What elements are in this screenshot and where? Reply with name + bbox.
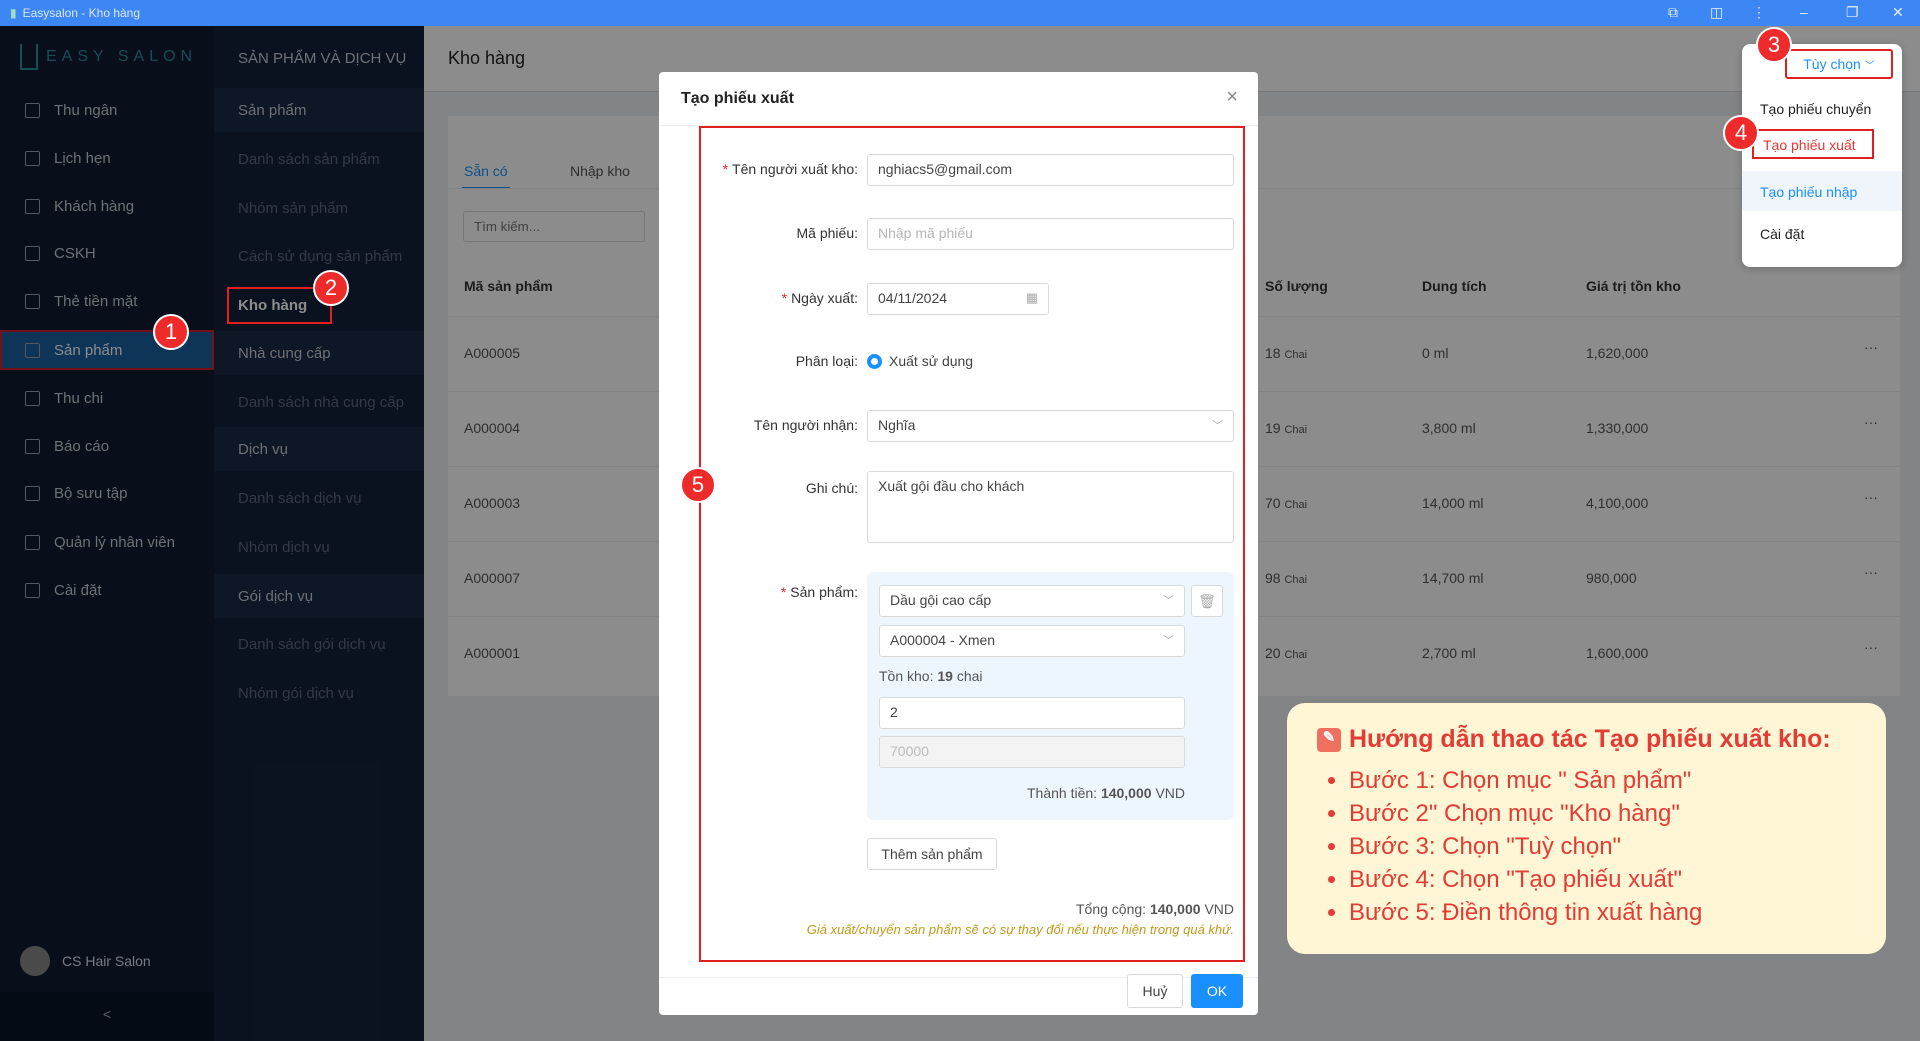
quantity-input[interactable]: 2 [879, 697, 1185, 729]
date-label: * Ngày xuất: [781, 290, 858, 306]
add-product-button[interactable]: Thêm sản phẩm [867, 838, 997, 870]
ok-button[interactable]: OK [1191, 974, 1243, 1008]
type-label: Phân loại: [795, 353, 858, 369]
subtotal: Thành tiền: 140,000 VND [1026, 785, 1185, 801]
chevron-down-icon: ﹀ [1163, 595, 1174, 607]
note-textarea[interactable]: Xuất gội đầu cho khách [867, 471, 1234, 543]
guide-title: Hướng dẫn thao tác Tạo phiếu xuất kho: [1349, 725, 1831, 753]
options-button[interactable]: Tùy chọn ﹀ [1785, 49, 1893, 79]
export-slip-modal: Tạo phiếu xuất × * Tên người xuất kho: ng… [659, 72, 1258, 1015]
menu-item-settings[interactable]: Cài đặt [1760, 226, 1804, 242]
radio-selected-icon [867, 353, 882, 369]
close-modal-button[interactable]: × [1226, 86, 1238, 109]
type-radio[interactable]: Xuất sử dụng [867, 353, 973, 369]
total: Tổng cộng: 140,000 VND [1075, 901, 1234, 917]
window-titlebar: ▮ Easysalon - Kho hàng ⧉ ◫ ⋮ – ❐ ✕ [0, 0, 1920, 26]
close-window-button[interactable]: ✕ [1892, 4, 1904, 21]
extension-icon[interactable]: ◫ [1710, 4, 1723, 21]
more-icon[interactable]: ⋮ [1752, 4, 1766, 21]
guide-step: Bước 3: Chọn "Tuỳ chọn" [1349, 830, 1856, 863]
date-field[interactable]: 04/11/2024 ▦ [867, 283, 1049, 315]
exporter-field[interactable]: nghiacs5@gmail.com [867, 154, 1234, 186]
app-icon: ▮ [10, 6, 17, 20]
guide-step: Bước 1: Chọn mục " Sản phẩm" [1349, 764, 1856, 797]
calendar-icon: ▦ [1025, 290, 1038, 305]
chevron-down-icon: ﹀ [1163, 635, 1174, 647]
product-select[interactable]: A000004 - Xmen ﹀ [879, 625, 1185, 657]
window-title: Easysalon - Kho hàng [22, 6, 141, 20]
minimize-button[interactable]: – [1800, 4, 1808, 20]
delete-product-button[interactable]: 🗑 [1191, 585, 1223, 617]
guide-panel: ✎ Hướng dẫn thao tác Tạo phiếu xuất kho: … [1287, 703, 1886, 954]
date-value: 04/11/2024 [878, 290, 948, 306]
product-group-select[interactable]: Dầu gội cao cấp ﹀ [879, 585, 1185, 617]
cancel-button[interactable]: Huỷ [1127, 974, 1183, 1008]
annotation-box-form [699, 126, 1245, 962]
step-badge-1: 1 [153, 314, 189, 350]
menu-item-export[interactable]: Tạo phiếu xuất [1752, 129, 1874, 159]
exporter-label: * Tên người xuất kho: [722, 161, 858, 177]
receiver-select[interactable]: Nghĩa ﹀ [867, 410, 1234, 442]
chevron-down-icon: ﹀ [1212, 420, 1223, 432]
price-input: 70000 [879, 736, 1185, 768]
product-value: A000004 - Xmen [890, 632, 996, 648]
memo-icon: ✎ [1317, 727, 1341, 752]
step-badge-2: 2 [313, 270, 349, 306]
type-value: Xuất sử dụng [889, 353, 974, 369]
guide-step: Bước 2" Chọn mục "Kho hàng" [1349, 797, 1856, 830]
step-badge-5: 5 [680, 467, 716, 503]
product-label: * Sản phẩm: [780, 584, 858, 600]
stock-info: Tồn kho: 19 chai [879, 668, 983, 684]
options-dropdown: Tùy chọn ﹀ Tạo phiếu chuyển Tạo phiếu xu… [1742, 44, 1902, 267]
menu-item-import[interactable]: Tạo phiếu nhập [1760, 184, 1857, 200]
step-badge-4: 4 [1723, 115, 1759, 151]
step-badge-3: 3 [1756, 27, 1792, 63]
receiver-value: Nghĩa [878, 417, 916, 433]
trash-icon: 🗑 [1198, 592, 1216, 609]
menu-item-transfer[interactable]: Tạo phiếu chuyển [1760, 101, 1871, 117]
chevron-down-icon: ﹀ [1864, 60, 1875, 72]
product-group-value: Dầu gội cao cấp [890, 592, 992, 608]
translate-icon[interactable]: ⧉ [1668, 4, 1678, 21]
restore-button[interactable]: ❐ [1846, 4, 1859, 21]
code-field[interactable]: Nhập mã phiếu [867, 218, 1234, 250]
modal-title: Tạo phiếu xuất [659, 72, 1258, 126]
receiver-label: Tên người nhận: [753, 417, 858, 433]
code-label: Mã phiếu: [796, 225, 858, 241]
price-warning: Giá xuất/chuyển sản phẩm sẽ có sự thay đ… [806, 922, 1234, 937]
guide-step: Bước 5: Điền thông tin xuất hàng [1349, 896, 1856, 929]
guide-step: Bước 4: Chọn "Tạo phiếu xuất" [1349, 863, 1856, 896]
product-entry: Dầu gội cao cấp ﹀ 🗑 A000004 - Xmen ﹀ Tồn k… [867, 572, 1234, 820]
